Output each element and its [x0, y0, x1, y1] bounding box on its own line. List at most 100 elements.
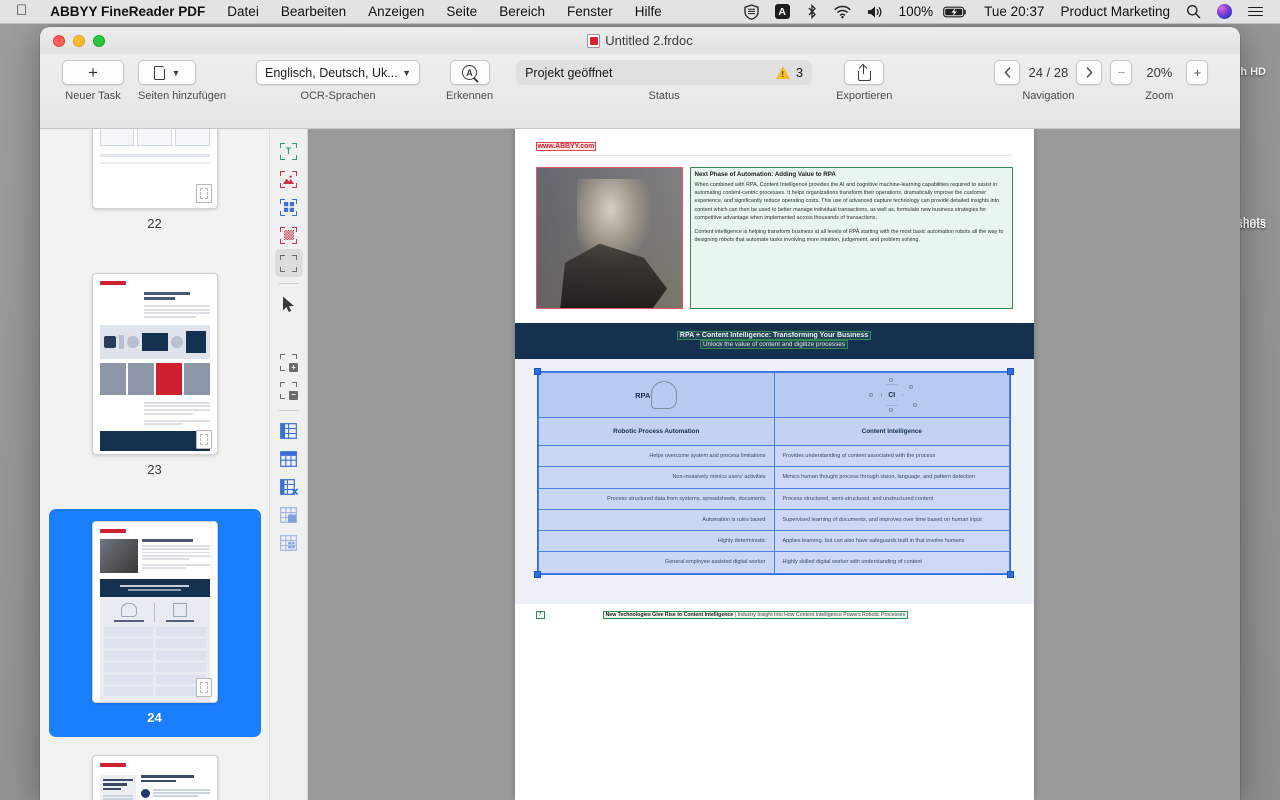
- user-name-label[interactable]: Product Marketing: [1052, 4, 1178, 19]
- navigation-label: Navigation: [1022, 90, 1075, 102]
- zoom-out-button[interactable]: −: [1110, 60, 1133, 85]
- thumbnail-page-22[interactable]: 22: [49, 129, 261, 241]
- export-button[interactable]: [844, 60, 885, 85]
- page-corner-icon: [195, 430, 212, 449]
- selection-handle-bottom-left[interactable]: [534, 570, 541, 578]
- menu-item-datei[interactable]: Datei: [216, 4, 270, 19]
- window-title: Untitled 2.frdoc: [40, 33, 1240, 48]
- control-center-icon[interactable]: [1240, 6, 1271, 17]
- table-cell-right[interactable]: Mimics human thought process through vis…: [773, 466, 1010, 489]
- table-cell-left[interactable]: Non-invasively mimics users' activities: [538, 466, 775, 489]
- table-cell-left[interactable]: General employee assisted digital worker: [538, 551, 775, 574]
- clock-label[interactable]: Tue 20:37: [976, 4, 1052, 19]
- zoom-in-button[interactable]: +: [1186, 60, 1209, 85]
- thumbnail-page-23[interactable]: 23: [49, 265, 261, 487]
- input-source-icon[interactable]: A: [767, 4, 798, 19]
- add-horizontal-separator-tool[interactable]: [275, 445, 303, 473]
- bluetooth-icon[interactable]: [798, 4, 826, 19]
- table-row[interactable]: Helps overcome system and process limita…: [538, 444, 1010, 468]
- recognize-button[interactable]: A: [449, 60, 490, 85]
- document-canvas[interactable]: www.ABBYY.com Next Phase of Automation: …: [308, 129, 1240, 800]
- ocr-image-region[interactable]: [535, 167, 683, 309]
- split-cells-tool[interactable]: [275, 529, 303, 557]
- page-thumbnails-panel[interactable]: 22 23 24: [40, 129, 270, 800]
- selection-handle-bottom-right[interactable]: [1007, 570, 1014, 578]
- image-area-tool[interactable]: [275, 165, 303, 193]
- merge-cells-tool[interactable]: [275, 501, 303, 529]
- pointer-tool[interactable]: [275, 290, 303, 318]
- table-cell-left[interactable]: Process structured data from systems, sp…: [538, 487, 775, 510]
- ci-icon-label: CI: [880, 384, 903, 406]
- table-cell-left[interactable]: Helps overcome system and process limita…: [538, 444, 775, 468]
- table-row[interactable]: Automation is rules based Supervised lea…: [538, 508, 1010, 532]
- add-vertical-separator-tool[interactable]: [275, 417, 303, 445]
- table-cell-icon-ci[interactable]: CI: [773, 372, 1010, 418]
- menu-app-name[interactable]: ABBYY FineReader PDF: [39, 4, 216, 19]
- table-cell-left[interactable]: Automation is rules based: [538, 508, 775, 532]
- status-warning[interactable]: 3: [775, 65, 803, 80]
- text-area-tool[interactable]: T: [275, 137, 303, 165]
- ocr-text-region-url[interactable]: www.ABBYY.com: [535, 142, 597, 151]
- table-cell-right[interactable]: Applies learning, but can also have safe…: [773, 529, 1010, 553]
- thumbnail-page-24[interactable]: 24: [48, 509, 261, 737]
- thumbnail-page-25[interactable]: 25: [49, 747, 261, 800]
- previous-page-button[interactable]: [994, 60, 1021, 85]
- delete-separators-tool[interactable]: [275, 473, 303, 501]
- ocr-languages-select[interactable]: Englisch, Deutsch, Uk... ▼: [256, 60, 420, 85]
- menu-item-seite[interactable]: Seite: [435, 4, 488, 19]
- page-header-section: www.ABBYY.com Next Phase of Automation: …: [514, 129, 1034, 309]
- ocr-text-region-footer[interactable]: New Technologies Give Rise to Content In…: [602, 610, 909, 619]
- new-task-button[interactable]: +: [62, 60, 124, 85]
- add-area-part-tool[interactable]: +: [275, 348, 303, 376]
- menu-bar:  ABBYY FineReader PDF Datei Bearbeiten …: [0, 0, 1280, 24]
- window-title-bar[interactable]: Untitled 2.frdoc: [40, 27, 1240, 54]
- plus-icon: +: [88, 63, 98, 82]
- ocr-text-region-band-subtitle[interactable]: Unlock the value of content and digitize…: [699, 340, 849, 349]
- table-row[interactable]: Process structured data from systems, sp…: [538, 487, 1010, 510]
- ocr-text-region-band-title[interactable]: RPA + Content Intelligence: Transforming…: [676, 331, 872, 340]
- table-cell-right[interactable]: Provides understanding of content associ…: [773, 444, 1010, 468]
- menu-item-bereich[interactable]: Bereich: [488, 4, 556, 19]
- battery-charging-icon[interactable]: [941, 5, 976, 19]
- rpa-icon-label: RPA: [635, 390, 651, 400]
- ocr-languages-value: Englisch, Deutsch, Uk...: [265, 65, 398, 80]
- horizontal-separator-icon: [280, 451, 297, 467]
- menu-item-bearbeiten[interactable]: Bearbeiten: [270, 4, 357, 19]
- apple-menu-icon[interactable]: : [12, 3, 39, 20]
- table-cell-left[interactable]: Highly deterministic: [538, 529, 775, 553]
- table-cell-right[interactable]: Process structured, semi-structured, and…: [773, 487, 1010, 510]
- table-cell-icon-rpa[interactable]: RPA: [538, 372, 775, 418]
- table-cell-right[interactable]: Highly skilled digital worker with under…: [773, 551, 1010, 574]
- next-page-button[interactable]: [1076, 60, 1103, 85]
- table-cell-right[interactable]: Supervised learning of documents, and im…: [773, 508, 1010, 532]
- selection-handle-top-right[interactable]: [1007, 368, 1014, 375]
- table-row[interactable]: General employee assisted digital worker…: [538, 551, 1010, 574]
- table-row-headers[interactable]: Robotic Process Automation Content Intel…: [538, 417, 1010, 446]
- table-area-tool[interactable]: [275, 193, 303, 221]
- siri-icon[interactable]: [1209, 4, 1240, 19]
- ocr-text-region-page-number[interactable]: 7: [535, 610, 545, 619]
- add-pages-button[interactable]: ▼: [138, 60, 196, 85]
- select-area-tool[interactable]: [274, 249, 303, 277]
- table-area-icon: [280, 198, 297, 216]
- wifi-icon[interactable]: [826, 5, 859, 19]
- ocr-table-region[interactable]: RPA CI Robotic Process Automation Conten…: [534, 368, 1014, 578]
- background-image-area-tool[interactable]: [275, 221, 303, 249]
- table-row[interactable]: Highly deterministic Applies learning, b…: [538, 529, 1010, 553]
- menu-item-fenster[interactable]: Fenster: [556, 4, 624, 19]
- shield-icon[interactable]: [736, 3, 767, 20]
- selection-handle-top-left[interactable]: [534, 368, 541, 375]
- table-row-icons[interactable]: RPA CI: [538, 372, 1010, 418]
- remove-area-part-tool[interactable]: −: [275, 376, 303, 404]
- input-source-label: A: [774, 4, 790, 19]
- table-row[interactable]: Non-invasively mimics users' activities …: [538, 466, 1010, 489]
- search-icon[interactable]: [1178, 4, 1209, 19]
- footer-separator: |: [734, 611, 736, 618]
- menu-item-hilfe[interactable]: Hilfe: [624, 4, 673, 19]
- window-title-text: Untitled 2.frdoc: [605, 33, 693, 48]
- ocr-text-region-hero[interactable]: Next Phase of Automation: Adding Value t…: [689, 167, 1013, 309]
- ocr-languages-label: OCR-Sprachen: [300, 90, 376, 102]
- menu-item-anzeigen[interactable]: Anzeigen: [357, 4, 435, 19]
- volume-icon[interactable]: [859, 5, 891, 19]
- document-page[interactable]: www.ABBYY.com Next Phase of Automation: …: [514, 129, 1034, 800]
